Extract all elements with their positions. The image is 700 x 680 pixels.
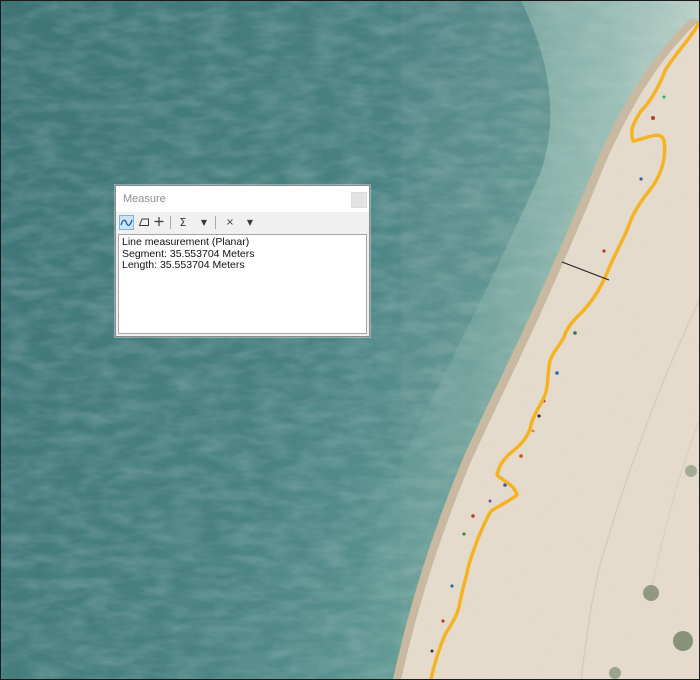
toolbar-separator [170,216,171,229]
measure-titlebar[interactable]: Measure [116,186,369,212]
sum-icon[interactable]: Σ [177,215,189,230]
toolbar-separator [215,216,216,229]
measure-window-title: Measure [123,193,166,205]
map-view[interactable]: Measure Σ ▼ × ▼ Line measurement (Planar… [0,0,700,680]
vegetation-patch [685,465,697,477]
crosshair-icon[interactable] [153,215,165,230]
vegetation-patch [673,631,693,651]
measurement-type-text: Line measurement (Planar) [122,236,250,248]
vegetation-patch [609,667,621,679]
vegetation-patch [643,585,659,601]
chevron-down-icon[interactable]: ▼ [198,215,210,230]
chevron-down-icon[interactable]: ▼ [244,215,256,230]
clear-icon[interactable]: × [224,215,236,230]
measure-toolbar: Σ ▼ × ▼ [116,212,369,234]
aerial-map[interactable] [1,1,699,679]
measure-window[interactable]: Measure Σ ▼ × ▼ Line measurement (Planar… [115,185,370,337]
close-button[interactable] [351,192,367,208]
total-length-text: Length: 35.553704 Meters [122,259,245,271]
polyline-measure-icon[interactable] [119,215,134,230]
polygon-measure-icon[interactable] [138,215,150,230]
measure-results-panel[interactable]: Line measurement (Planar) Segment: 35.55… [118,234,367,334]
